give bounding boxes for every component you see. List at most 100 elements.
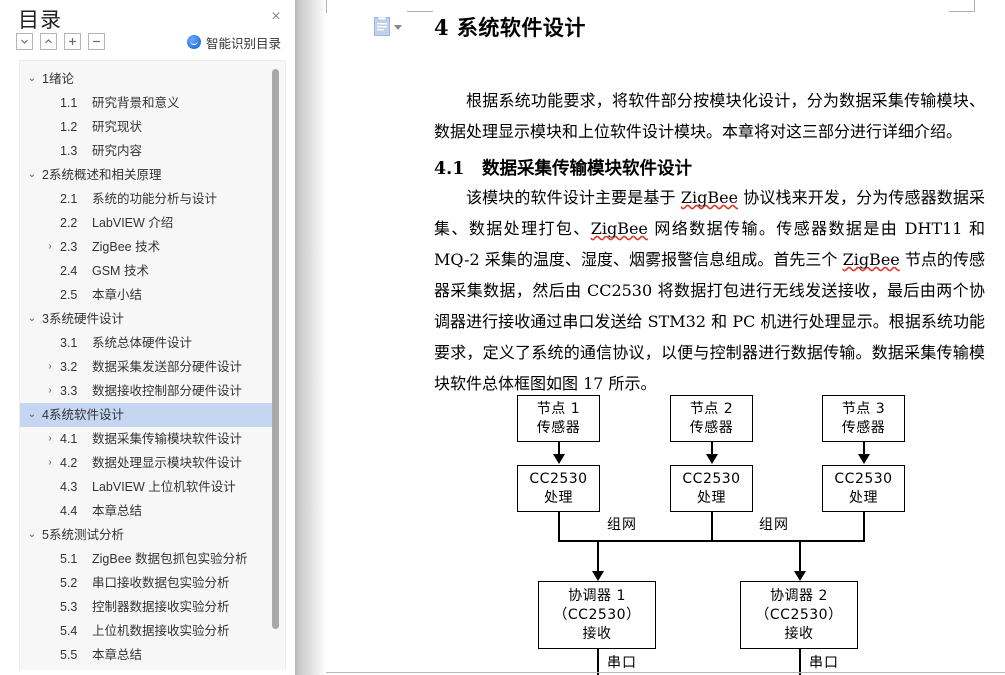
flow-node-2-line1: 节点 2 xyxy=(689,400,734,417)
chevron-down-icon[interactable]: ⌄ xyxy=(26,163,38,187)
toc-item-4.2[interactable]: › 4.2 数据处理显示模块软件设计 xyxy=(20,451,272,475)
toc-item-number: 5.1 xyxy=(60,552,78,566)
toc-item-number: 3.2 xyxy=(60,360,78,374)
toc-item-4.3[interactable]: 4.3 LabVIEW 上位机软件设计 xyxy=(20,475,272,499)
toc-item-总 结[interactable]: 总 结 xyxy=(20,667,272,670)
flowchart-figure: 节点 1 传感器 节点 2 传感器 节点 3 传感器 CC2530 处理 CC2… xyxy=(326,386,1005,675)
flow-arrow-node2-cc2 xyxy=(706,454,718,464)
flow-coordinator-1-line3: 接收 xyxy=(582,625,612,642)
toc-item-number: 3系统硬件设计 xyxy=(42,312,124,326)
toc-item-5.5[interactable]: 5.5 本章总结 xyxy=(20,643,272,667)
flow-connector-bus-coord1 xyxy=(597,540,599,573)
toc-item-5系统测试分析[interactable]: ⌄ 5系统测试分析 xyxy=(20,523,272,547)
toc-item-1.2[interactable]: 1.2 研究现状 xyxy=(20,115,272,139)
toc-item-number: 2系统概述和相关原理 xyxy=(42,168,162,182)
toc-item-label: 总 结 xyxy=(42,667,80,670)
paste-options-dropdown-caret[interactable] xyxy=(394,25,402,30)
toc-item-label: 数据处理显示模块软件设计 xyxy=(92,456,243,470)
toc-item-5.3[interactable]: 5.3 控制器数据接收实验分析 xyxy=(20,595,272,619)
toc-item-3.1[interactable]: 3.1 系统总体硬件设计 xyxy=(20,331,272,355)
flow-cc2530-3: CC2530 处理 xyxy=(822,465,905,512)
flow-node-1-line1: 节点 1 xyxy=(536,400,581,417)
margin-marker-top-left xyxy=(326,0,327,13)
para2-d: 节点的传感器采集数据，然后由 CC2530 将数据打包进行无线发送接收，最后由两… xyxy=(434,250,985,393)
toc-item-3.3[interactable]: › 3.3 数据接收控制部分硬件设计 xyxy=(20,379,272,403)
toc-item-label: 串口接收数据包实验分析 xyxy=(92,576,230,590)
toc-item-label: 本章小结 xyxy=(92,288,143,302)
flow-bus-drop-3 xyxy=(863,512,865,541)
collapse-up-button[interactable] xyxy=(40,33,57,50)
flow-node-3: 节点 3 传感器 xyxy=(822,395,905,442)
paste-options-icon[interactable] xyxy=(374,17,390,36)
plus-icon xyxy=(69,38,76,45)
chevron-right-icon[interactable]: › xyxy=(44,427,56,451)
toc-scrollbar[interactable] xyxy=(272,69,279,629)
toc-item-label: LabVIEW 上位机软件设计 xyxy=(92,480,236,494)
flow-node-3-line2: 传感器 xyxy=(841,419,886,436)
chevron-down-icon[interactable]: ⌄ xyxy=(26,403,38,427)
toc-item-2.5[interactable]: 2.5 本章小结 xyxy=(20,283,272,307)
toc-item-3.2[interactable]: › 3.2 数据采集发送部分硬件设计 xyxy=(20,355,272,379)
toc-item-2.1[interactable]: 2.1 系统的功能分析与设计 xyxy=(20,187,272,211)
toc-item-1.3[interactable]: 1.3 研究内容 xyxy=(20,139,272,163)
flow-coordinator-2-line3: 接收 xyxy=(784,625,814,642)
toc-item-label: LabVIEW 介绍 xyxy=(92,216,174,230)
toc-item-5.4[interactable]: 5.4 上位机数据接收实验分析 xyxy=(20,619,272,643)
para2-zigbee-3: ZigBee xyxy=(842,250,900,269)
toc-item-4系统软件设计[interactable]: ⌄ 4系统软件设计 xyxy=(20,403,272,427)
toc-item-3系统硬件设计[interactable]: ⌄ 3系统硬件设计 xyxy=(20,307,272,331)
toc-item-number: 4.3 xyxy=(60,480,78,494)
smart-recognize-toc-label: 智能识别目录 xyxy=(205,36,281,51)
toc-item-5.2[interactable]: 5.2 串口接收数据包实验分析 xyxy=(20,571,272,595)
toc-item-1绪论[interactable]: ⌄ 1绪论 xyxy=(20,67,272,91)
paragraph-intro: 根据系统功能要求，将软件部分按模块化设计，分为数据采集传输模块、数据处理显示模块… xyxy=(434,91,985,141)
toc-item-2.3[interactable]: › 2.3 ZigBee 技术 xyxy=(20,235,272,259)
toc-item-number: 3.1 xyxy=(60,336,78,350)
flow-connector-bus-coord2 xyxy=(799,540,801,573)
toc-item-label: 研究背景和意义 xyxy=(92,96,180,110)
chevron-right-icon[interactable]: › xyxy=(44,235,56,259)
toc-item-4.4[interactable]: 4.4 本章总结 xyxy=(20,499,272,523)
flow-coordinator-2-line2: （CC2530） xyxy=(755,606,843,623)
toc-item-4.1[interactable]: › 4.1 数据采集传输模块软件设计 xyxy=(20,427,272,451)
toc-item-label: 本章总结 xyxy=(92,504,143,518)
flow-cc2530-1-line2: 处理 xyxy=(544,489,573,506)
flow-cc2530-2: CC2530 处理 xyxy=(670,465,753,512)
panel-splitter-shadow[interactable] xyxy=(295,0,326,675)
toc-item-number: 5.5 xyxy=(60,648,78,662)
expand-down-button[interactable] xyxy=(16,33,33,50)
flow-arrow-node1-cc1 xyxy=(553,454,565,464)
toc-item-2.4[interactable]: 2.4 GSM 技术 xyxy=(20,259,272,283)
toc-item-label: 研究现状 xyxy=(92,120,143,134)
toc-item-number: 2.2 xyxy=(60,216,78,230)
decrease-level-button[interactable] xyxy=(88,33,105,50)
flow-cc2530-3-line1: CC2530 xyxy=(834,470,893,487)
smart-recognize-toc-button[interactable]: 智能识别目录 xyxy=(186,32,281,52)
flow-coordinator-2: 协调器 2 （CC2530） 接收 xyxy=(740,581,858,649)
chevron-down-icon[interactable]: ⌄ xyxy=(26,307,38,331)
toc-item-label: GSM 技术 xyxy=(92,264,149,278)
toc-item-2系统概述和相关原理[interactable]: ⌄ 2系统概述和相关原理 xyxy=(20,163,272,187)
toc-item-5.1[interactable]: 5.1 ZigBee 数据包抓包实验分析 xyxy=(20,547,272,571)
chevron-right-icon[interactable]: › xyxy=(44,355,56,379)
toc-item-number: 5系统测试分析 xyxy=(42,528,124,542)
wps-document-window: 目录 × 智能识别目录 ⌄ 1绪论 1.1 研究背景和意义 1.2 研究现状 1… xyxy=(0,0,1005,675)
chevron-down-icon[interactable]: ⌄ xyxy=(26,523,38,547)
toc-item-2.2[interactable]: 2.2 LabVIEW 介绍 xyxy=(20,211,272,235)
chevron-down-icon[interactable]: ⌄ xyxy=(26,67,38,91)
chevron-right-icon[interactable]: › xyxy=(44,451,56,475)
toc-item-label: ZigBee 技术 xyxy=(92,240,161,254)
flow-bus-drop-2 xyxy=(711,512,713,541)
toc-item-number: 1.2 xyxy=(60,120,78,134)
increase-level-button[interactable] xyxy=(64,33,81,50)
toc-item-number: 5.4 xyxy=(60,624,78,638)
toc-item-number: 4.4 xyxy=(60,504,78,518)
toc-item-number: 4.1 xyxy=(60,432,78,446)
toc-item-1.1[interactable]: 1.1 研究背景和意义 xyxy=(20,91,272,115)
para2-zigbee-1: ZigBee xyxy=(680,188,739,207)
chevron-right-icon[interactable]: › xyxy=(44,379,56,403)
close-icon[interactable]: × xyxy=(267,8,285,26)
flow-node-2: 节点 2 传感器 xyxy=(670,395,753,442)
toc-item-label: 控制器数据接收实验分析 xyxy=(92,600,230,614)
toc-list-container: ⌄ 1绪论 1.1 研究背景和意义 1.2 研究现状 1.3 研究内容 ⌄ 2系统概述和相关原理 2… xyxy=(19,60,286,670)
